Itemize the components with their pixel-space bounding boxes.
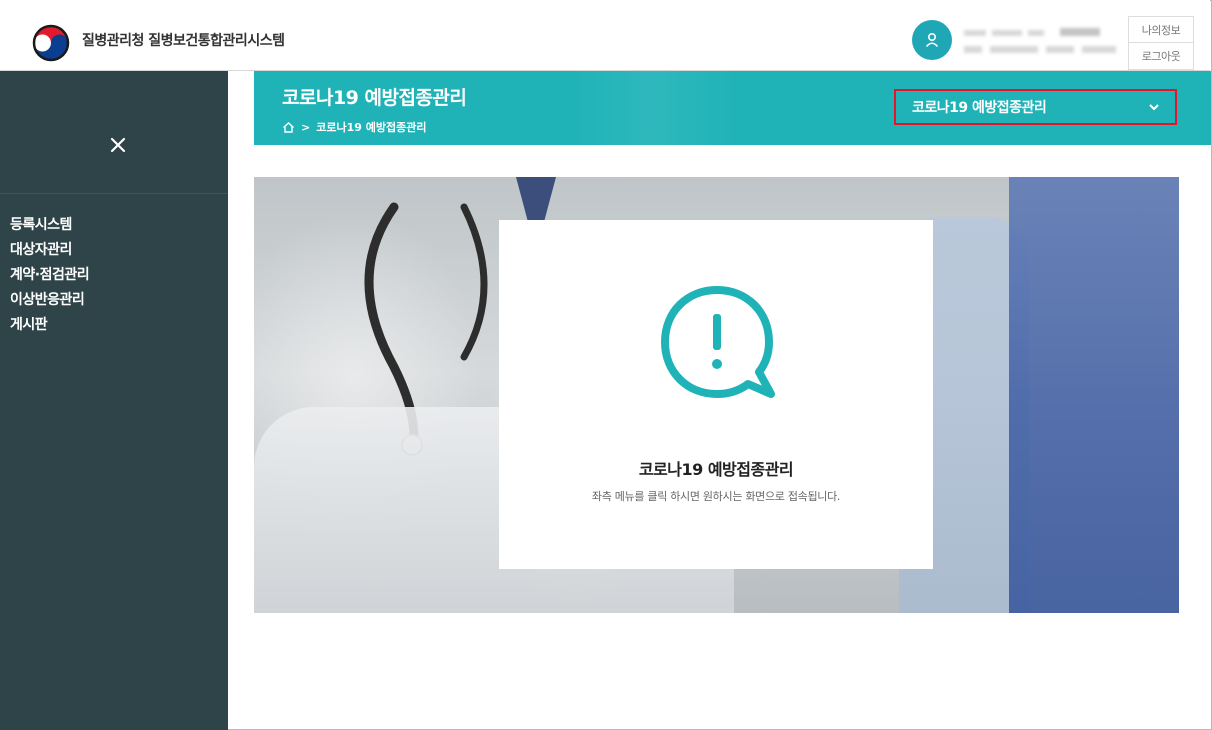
site-title[interactable]: 질병관리청 질병보건통합관리시스템 (82, 30, 285, 50)
card-title: 코로나19 예방접종관리 (638, 460, 794, 479)
top-header: 질병관리청 질병보건통합관리시스템 나의정보 로그아웃 (0, 0, 1210, 71)
page-title: 코로나19 예방접종관리 (282, 87, 467, 109)
user-icon (925, 32, 939, 48)
card-description: 좌측 메뉴를 클릭 하시면 원하시는 화면으로 접속됩니다. (591, 490, 841, 503)
dropdown-selected-value: 코로나19 예방접종관리 (912, 100, 1047, 116)
system-select-dropdown[interactable]: 코로나19 예방접종관리 (894, 89, 1177, 125)
exclamation-speech-bubble-icon (661, 286, 775, 398)
info-card: 코로나19 예방접종관리 좌측 메뉴를 클릭 하시면 원하시는 화면으로 접속됩… (499, 220, 933, 569)
sidebar-menu: 등록시스템 대상자관리 계약·점검관리 이상반응관리 게시판 (10, 213, 90, 338)
home-icon[interactable] (282, 121, 295, 134)
sidebar-item-contract-inspection[interactable]: 계약·점검관리 (10, 263, 90, 288)
user-info-blurred (964, 26, 1119, 60)
close-icon[interactable] (104, 131, 132, 159)
logout-link[interactable]: 로그아웃 (1128, 42, 1194, 70)
my-info-link[interactable]: 나의정보 (1128, 16, 1194, 44)
hero-tie-shape (516, 177, 556, 222)
banner-texture (574, 71, 734, 145)
government-logo-icon (31, 23, 71, 63)
sidebar-divider (0, 193, 228, 194)
breadcrumb: > 코로나19 예방접종관리 (282, 119, 426, 135)
sidebar-item-adverse-reaction[interactable]: 이상반응관리 (10, 288, 89, 313)
breadcrumb-current: 코로나19 예방접종관리 (316, 121, 427, 134)
user-avatar[interactable] (912, 20, 952, 60)
hero-scrubs-shape (1009, 177, 1179, 613)
page-banner: 코로나19 예방접종관리 > 코로나19 예방접종관리 코로나19 예방접종관리 (254, 71, 1211, 145)
breadcrumb-separator: > (301, 120, 311, 134)
sidebar-item-registration[interactable]: 등록시스템 (10, 213, 89, 238)
sidebar: 등록시스템 대상자관리 계약·점검관리 이상반응관리 게시판 (0, 71, 228, 730)
chevron-down-icon (1149, 104, 1159, 111)
sidebar-item-subject-management[interactable]: 대상자관리 (10, 238, 89, 263)
sidebar-item-bulletin-board[interactable]: 게시판 (10, 313, 89, 338)
